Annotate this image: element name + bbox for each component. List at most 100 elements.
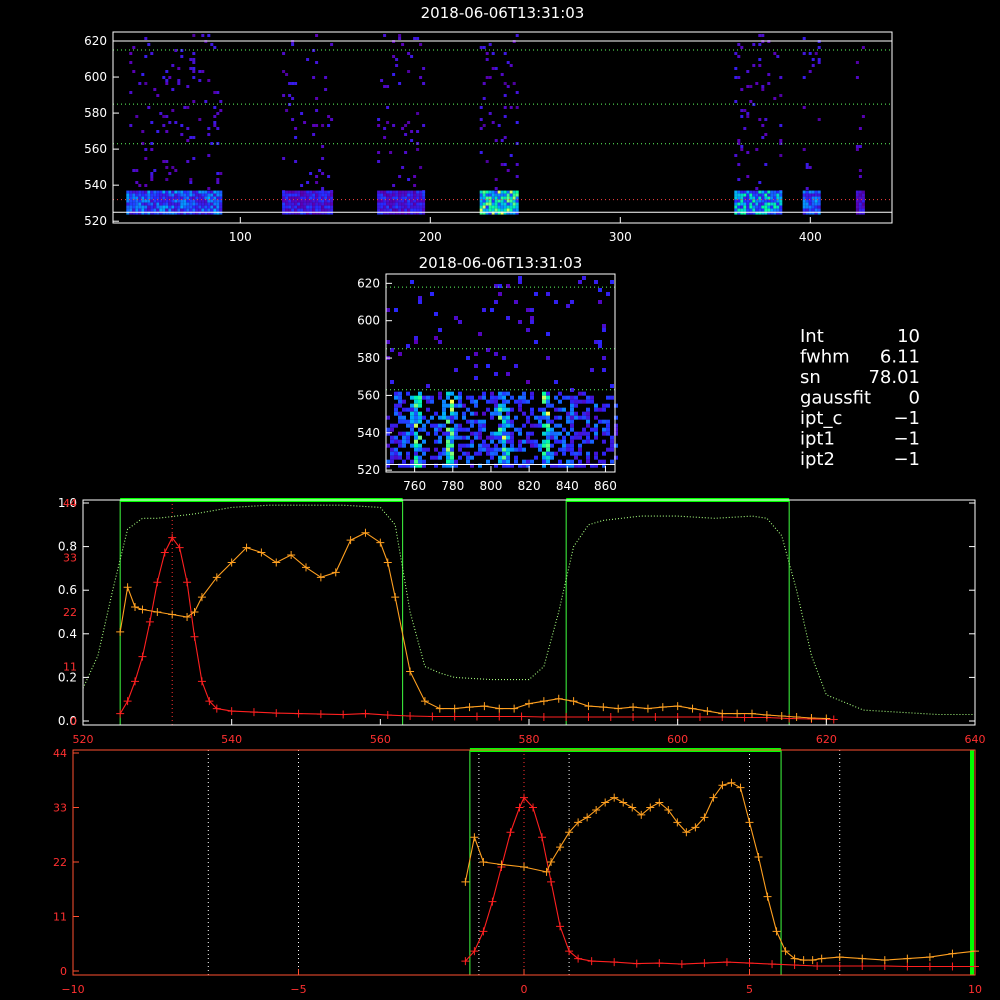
panel3-series-red-point-14: [227, 707, 236, 716]
panel4-series-orange: [464, 782, 976, 961]
panel4-series-red-point-18: [677, 960, 686, 969]
panel4-xtick-2: 0: [521, 983, 528, 996]
panel1-ytick-3: 580: [84, 106, 107, 120]
panel3-series-red-point-4: [145, 617, 154, 626]
panel3-series-orange-point-6: [183, 612, 192, 621]
info-value-4: −1: [893, 408, 920, 429]
panel1-band-4: [734, 34, 783, 215]
panel3-ytick-red-2: 22: [63, 606, 77, 619]
panel3-series-orange-point-28: [480, 702, 489, 711]
panel3-series-red-point-9: [183, 578, 192, 587]
panel4-series-red-point-9: [538, 833, 547, 842]
panel4-series-red-point-3: [488, 897, 497, 906]
panel3-series-orange-point-22: [391, 593, 400, 602]
panel3-window-1: [565, 499, 790, 726]
panel3-series-red-point-35: [695, 713, 704, 722]
info-value-6: −1: [893, 449, 920, 470]
panel1-ytick-5: 620: [84, 34, 107, 48]
panel4-series-red-point-20: [722, 958, 731, 967]
panel3-ytick-red-0: 0: [70, 715, 77, 728]
panel3-series-orange-point-21: [383, 558, 392, 567]
panel3-series-red-point-41: [829, 715, 838, 724]
panel4-series-red: [464, 796, 975, 968]
panel3-series-orange-point-39: [643, 704, 652, 713]
panel3-series-orange-point-0: [116, 627, 125, 636]
panel1-band-5: [802, 37, 821, 215]
panel4-series-red-point-5: [506, 828, 515, 837]
panel4-series-red-point-16: [632, 959, 641, 968]
panel3-series-red-point-33: [651, 713, 660, 722]
panel4-series-orange-point-36: [817, 954, 826, 963]
panel3-series-orange-point-18: [346, 536, 355, 545]
panel1-band-6: [855, 46, 865, 215]
panel3-series-orange-point-34: [569, 697, 578, 706]
panel3-series-red-point-18: [316, 710, 325, 719]
spectrum-line-panel: 520 540 560 580 600 620 6400.00.20.40.60.81.00…: [58, 496, 986, 746]
panel4-series-orange-point-27: [736, 783, 745, 792]
panel3-series-orange-point-50: [807, 714, 816, 723]
panel4-series-red-point-11: [556, 922, 565, 931]
panel3-series-orange-point-12: [257, 548, 266, 557]
panel4-series-orange-point-37: [835, 953, 844, 962]
panel3-series-red-point-11: [197, 677, 206, 686]
panel3-series-orange-point-20: [376, 538, 385, 547]
panel4-series-orange-point-34: [799, 956, 808, 965]
panel4-series-orange-point-24: [709, 793, 718, 802]
panel3-xtick-6: 640: [965, 733, 986, 746]
panel4-series-orange-point-28: [745, 818, 754, 827]
panel2-ytick-4: 600: [357, 314, 380, 328]
panel3-series-red-point-26: [495, 712, 504, 721]
panel3-ytick-red-4: 44: [63, 497, 77, 510]
panel3-series-orange-point-4: [153, 608, 162, 616]
panel3-series-red-point-25: [472, 712, 481, 721]
panel1-band-3: [479, 34, 519, 215]
panel4-series-orange-point-25: [718, 781, 727, 790]
panel3-series-orange-point-2: [131, 603, 140, 612]
panel3-series-orange-point-37: [614, 704, 623, 713]
panel1-band-1: [282, 34, 334, 215]
panel3-series-red-point-10: [190, 632, 199, 641]
panel3-series-red-point-17: [294, 709, 303, 718]
panel3-series-red: [119, 536, 834, 721]
panel4-series-red-point-14: [587, 957, 596, 966]
panel2-ytick-1: 540: [357, 426, 380, 440]
panel4-series-orange-point-7: [556, 843, 565, 852]
panel3-series-red-point-32: [629, 713, 638, 722]
panel3-series-red-point-37: [740, 713, 749, 722]
panel4-series-red-point-19: [700, 959, 709, 968]
info-label-4: ipt_c: [800, 408, 842, 429]
panel4-ytick-3: 33: [53, 802, 67, 815]
info-label-3: gaussfit: [800, 388, 871, 409]
panel4-ytick-0: 0: [60, 965, 67, 978]
panel3-series-red-point-24: [450, 712, 459, 721]
panel3-series-orange-point-19: [361, 528, 370, 537]
panel3-series-red-point-2: [131, 677, 140, 686]
panel2-ytick-5: 620: [357, 276, 380, 290]
panel4-xtick-0: −10: [61, 983, 84, 996]
info-panel: Int 10 fwhm 6.11 sn 78.01gaussfit 0 ipt_c −1 ipt1…: [800, 326, 920, 470]
panel4-series-orange-point-14: [619, 798, 628, 807]
panel3-ytick-red-3: 33: [63, 552, 77, 565]
panel1-ytick-0: 520: [84, 214, 107, 228]
panel3-series-green: [82, 504, 975, 716]
panel3-series-red-point-16: [272, 709, 281, 718]
panel3-series-red-point-28: [539, 713, 548, 722]
panel4-series-orange-point-39: [880, 956, 889, 965]
panel2-xtick-2: 800: [480, 479, 503, 493]
panel3-series-red-point-30: [584, 713, 593, 722]
panel3-series-orange-point-42: [688, 704, 697, 713]
panel3-series-red-point-39: [785, 714, 794, 723]
panel3-series-orange-point-27: [465, 703, 474, 712]
info-value-1: 6.11: [880, 347, 920, 368]
panel4-series-red-point-6: [515, 803, 524, 812]
panel3-series-orange-point-16: [316, 573, 325, 582]
panel1-xtick-2: 300: [609, 230, 632, 244]
panel3-series-red-point-7: [168, 533, 177, 542]
panel3-series-orange-point-29: [495, 704, 504, 713]
panel4-series-orange-point-1: [470, 833, 479, 842]
panel3-xtick-4: 600: [667, 733, 688, 746]
spectrogram-zoom-panel: 2018-06-06T13:31:03 760 780 800 820 840 860 520…: [357, 254, 618, 493]
panel3-series-red-point-27: [517, 712, 526, 721]
panel4-xtick-3: 5: [746, 983, 753, 996]
panel3-series-orange-point-3: [138, 605, 147, 614]
